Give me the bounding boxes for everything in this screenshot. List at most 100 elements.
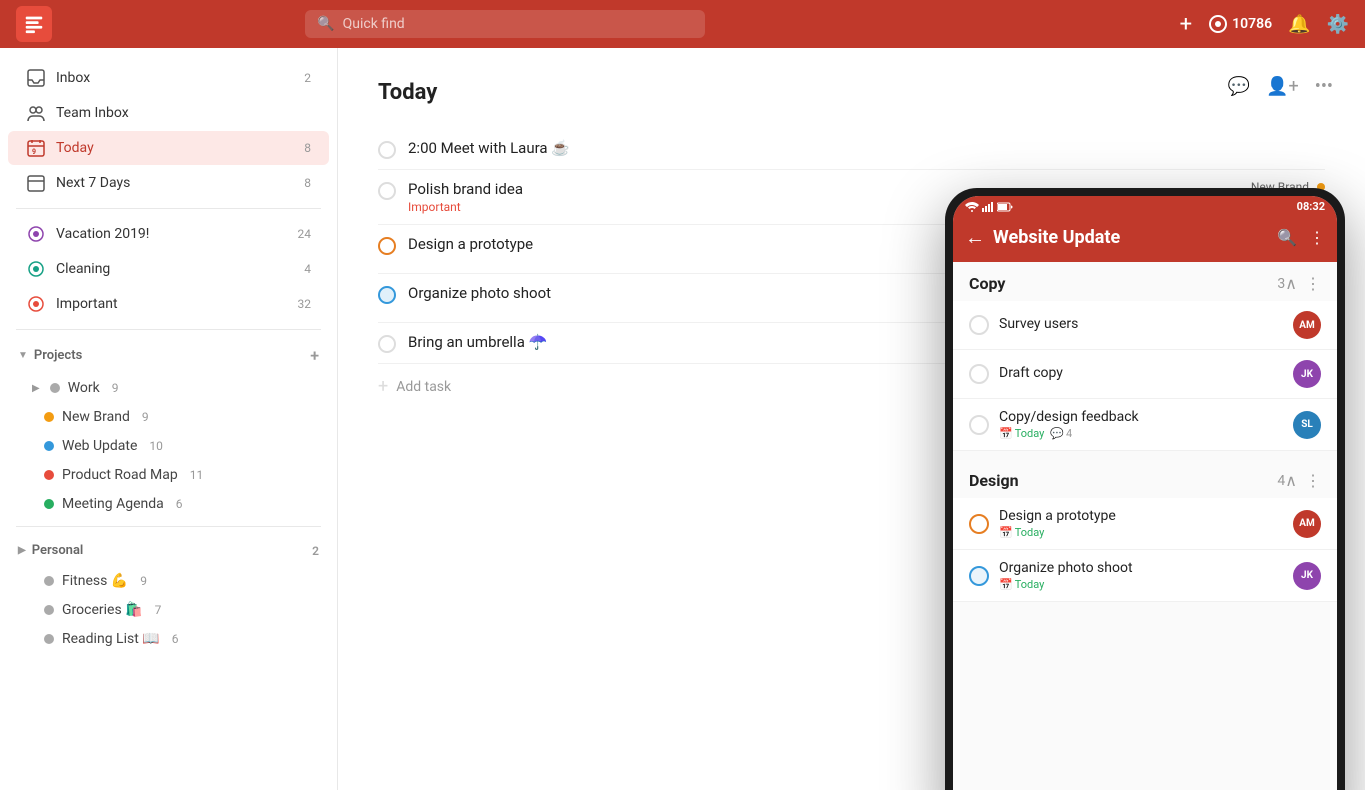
sidebar-item-cleaning[interactable]: Cleaning 4 xyxy=(8,252,329,286)
karma-icon: 10786 xyxy=(1208,14,1272,34)
task-circle-design-prototype[interactable] xyxy=(378,237,396,255)
sidebar-project-reading-list[interactable]: Reading List 📖 6 xyxy=(8,625,329,653)
web-update-dot xyxy=(44,441,54,451)
projects-section-header[interactable]: ▼ Projects + xyxy=(0,338,337,373)
phone-body: Copy 3 ∧ ⋮ Survey users xyxy=(953,262,1337,790)
copy-more-icon[interactable]: ⋮ xyxy=(1305,274,1321,293)
phone-header-icons: 🔍 ⋮ xyxy=(1277,228,1325,247)
signal-icon xyxy=(982,202,994,212)
phone-task-circle-copydesign[interactable] xyxy=(969,415,989,435)
phone-search-icon[interactable]: 🔍 xyxy=(1277,228,1297,247)
sidebar-item-important[interactable]: Important 32 xyxy=(8,287,329,321)
new-brand-label: New Brand xyxy=(62,409,130,425)
personal-section-header[interactable]: ▶ Personal 2 xyxy=(0,535,337,566)
calendar-icon-photo: 📅 xyxy=(999,578,1013,591)
design-section-header: Design 4 ∧ ⋮ xyxy=(953,459,1337,498)
sidebar-project-product-roadmap[interactable]: Product Road Map 11 xyxy=(8,461,329,489)
vacation-label: Vacation 2019! xyxy=(56,226,284,242)
fitness-label: Fitness 💪 xyxy=(62,573,128,589)
copy-section-count: 3 xyxy=(1277,276,1285,292)
product-roadmap-dot xyxy=(44,470,54,480)
phone-task-circle-photo[interactable] xyxy=(969,566,989,586)
important-icon xyxy=(26,294,46,314)
groceries-dot xyxy=(44,605,54,615)
phone-task-meta-copydesign: 📅 Today 💬 4 xyxy=(999,427,1283,440)
phone-task-circle-survey[interactable] xyxy=(969,315,989,335)
inbox-icon xyxy=(26,68,46,88)
design-more-icon[interactable]: ⋮ xyxy=(1305,471,1321,490)
add-person-icon[interactable]: 👤+ xyxy=(1266,76,1299,97)
sidebar-project-new-brand[interactable]: New Brand 9 xyxy=(8,403,329,431)
projects-label: Projects xyxy=(34,348,310,363)
phone-frame: 08:32 ← Website Update 🔍 ⋮ xyxy=(945,188,1345,790)
add-task-icon: + xyxy=(378,376,388,397)
reading-list-dot xyxy=(44,634,54,644)
phone-mockup: 08:32 ← Website Update 🔍 ⋮ xyxy=(945,188,1365,790)
add-button[interactable]: + xyxy=(1180,12,1192,37)
sidebar-project-fitness[interactable]: Fitness 💪 9 xyxy=(8,567,329,595)
main-layout: Inbox 2 Team Inbox 9 Today xyxy=(0,48,1365,790)
sidebar-item-next7[interactable]: Next 7 Days 8 xyxy=(8,166,329,200)
task-circle-polish-brand[interactable] xyxy=(378,182,396,200)
phone-task-circle-design[interactable] xyxy=(969,514,989,534)
phone-status-icons xyxy=(965,202,1013,212)
phone-task-organize-photo: Organize photo shoot 📅 Today JK xyxy=(953,550,1337,602)
work-chevron: ▶ xyxy=(32,383,40,394)
next7-label: Next 7 Days xyxy=(56,175,290,191)
comment-icon[interactable]: 💬 xyxy=(1228,76,1250,97)
meeting-agenda-label: Meeting Agenda xyxy=(62,496,164,512)
task-item-meet-laura: 2:00 Meet with Laura ☕ xyxy=(378,129,1325,170)
personal-label: Personal xyxy=(32,543,308,558)
phone-back-button[interactable]: ← xyxy=(965,225,985,250)
more-options-icon[interactable]: ••• xyxy=(1315,76,1333,97)
phone-task-body-draft: Draft copy xyxy=(999,365,1283,383)
today-label: Today xyxy=(56,140,290,156)
sidebar-project-web-update[interactable]: Web Update 10 xyxy=(8,432,329,460)
sidebar-item-team-inbox[interactable]: Team Inbox xyxy=(8,96,329,130)
projects-chevron: ▼ xyxy=(18,350,28,361)
web-update-label: Web Update xyxy=(62,438,137,454)
notifications-icon[interactable]: 🔔 xyxy=(1288,14,1310,35)
sidebar-item-inbox[interactable]: Inbox 2 xyxy=(8,61,329,95)
sidebar-item-today[interactable]: 9 Today 8 xyxy=(8,131,329,165)
page-title: Today xyxy=(378,80,1325,105)
wifi-icon xyxy=(965,202,979,212)
phone-task-title-survey: Survey users xyxy=(999,316,1283,332)
copy-collapse-icon[interactable]: ∧ xyxy=(1285,274,1297,293)
photo-date: 📅 Today xyxy=(999,578,1044,591)
design-section-count: 4 xyxy=(1277,473,1285,489)
comment-count-icon: 💬 xyxy=(1050,427,1064,440)
phone-task-copy-design: Copy/design feedback 📅 Today 💬 4 xyxy=(953,399,1337,451)
phone-title: Website Update xyxy=(993,227,1269,248)
design-collapse-icon[interactable]: ∧ xyxy=(1285,471,1297,490)
task-circle-organize-photo[interactable] xyxy=(378,286,396,304)
settings-icon[interactable]: ⚙️ xyxy=(1327,14,1349,35)
content-actions: 💬 👤+ ••• xyxy=(1228,76,1333,97)
phone-time: 08:32 xyxy=(1297,200,1325,213)
phone-more-icon[interactable]: ⋮ xyxy=(1309,228,1325,247)
phone-task-body-survey: Survey users xyxy=(999,316,1283,334)
sidebar-divider-3 xyxy=(16,526,321,527)
copy-section-icons: ∧ ⋮ xyxy=(1285,274,1321,293)
avatar-design: AM xyxy=(1293,510,1321,538)
phone-task-circle-draft[interactable] xyxy=(969,364,989,384)
sidebar: Inbox 2 Team Inbox 9 Today xyxy=(0,48,338,790)
add-project-button[interactable]: + xyxy=(310,346,319,365)
sidebar-project-groceries[interactable]: Groceries 🛍️ 7 xyxy=(8,596,329,624)
task-circle-umbrella[interactable] xyxy=(378,335,396,353)
phone-task-body-photo: Organize photo shoot 📅 Today xyxy=(999,560,1283,591)
sidebar-project-work[interactable]: ▶ Work 9 xyxy=(8,374,329,402)
sidebar-item-vacation[interactable]: Vacation 2019! 24 xyxy=(8,217,329,251)
work-dot xyxy=(50,383,60,393)
important-label: Important xyxy=(56,296,284,312)
avatar-copydesign: SL xyxy=(1293,411,1321,439)
search-bar[interactable]: 🔍 Quick find xyxy=(305,10,705,38)
phone-task-design-prototype: Design a prototype 📅 Today AM xyxy=(953,498,1337,550)
sidebar-divider-1 xyxy=(16,208,321,209)
task-circle-meet-laura[interactable] xyxy=(378,141,396,159)
sidebar-project-meeting-agenda[interactable]: Meeting Agenda 6 xyxy=(8,490,329,518)
phone-task-body-design: Design a prototype 📅 Today xyxy=(999,508,1283,539)
next7-icon xyxy=(26,173,46,193)
cleaning-label: Cleaning xyxy=(56,261,290,277)
today-icon: 9 xyxy=(26,138,46,158)
